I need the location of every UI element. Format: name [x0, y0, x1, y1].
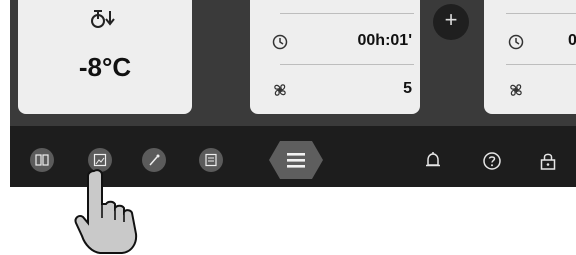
bell-icon[interactable] [423, 151, 443, 171]
row-divider [280, 64, 414, 65]
probe-icon [149, 154, 160, 166]
image-gallery-icon [93, 153, 107, 167]
lock-icon[interactable] [538, 151, 558, 171]
recipe-book-button[interactable] [199, 148, 223, 172]
timer-value: 00h:01' [357, 32, 413, 49]
temperature-card[interactable]: -8°C [18, 0, 192, 114]
add-step-button[interactable]: + [433, 4, 469, 40]
program-step-card[interactable]: 00h:01' 5 [250, 0, 420, 114]
timer-value-partial: 0 [568, 32, 576, 49]
fan-icon [274, 84, 286, 96]
program-step-card-next[interactable]: 0 [484, 0, 576, 114]
hamburger-menu-icon [287, 153, 305, 168]
recipe-book-icon [205, 153, 217, 167]
probe-button[interactable] [142, 148, 166, 172]
row-divider [280, 13, 414, 14]
split-view-button[interactable] [30, 148, 54, 172]
split-view-icon [35, 154, 49, 166]
clock-icon [272, 34, 288, 50]
main-menu-button[interactable] [268, 140, 324, 180]
pointing-hand-icon [74, 169, 138, 254]
clock-icon [508, 34, 524, 50]
help-icon[interactable] [482, 151, 502, 171]
temperature-value: -8°C [78, 52, 132, 82]
fan-icon [510, 84, 522, 96]
thermometer-defrost-icon [91, 10, 115, 28]
fan-speed-value: 5 [403, 80, 412, 97]
row-divider [506, 13, 576, 14]
row-divider [506, 64, 576, 65]
